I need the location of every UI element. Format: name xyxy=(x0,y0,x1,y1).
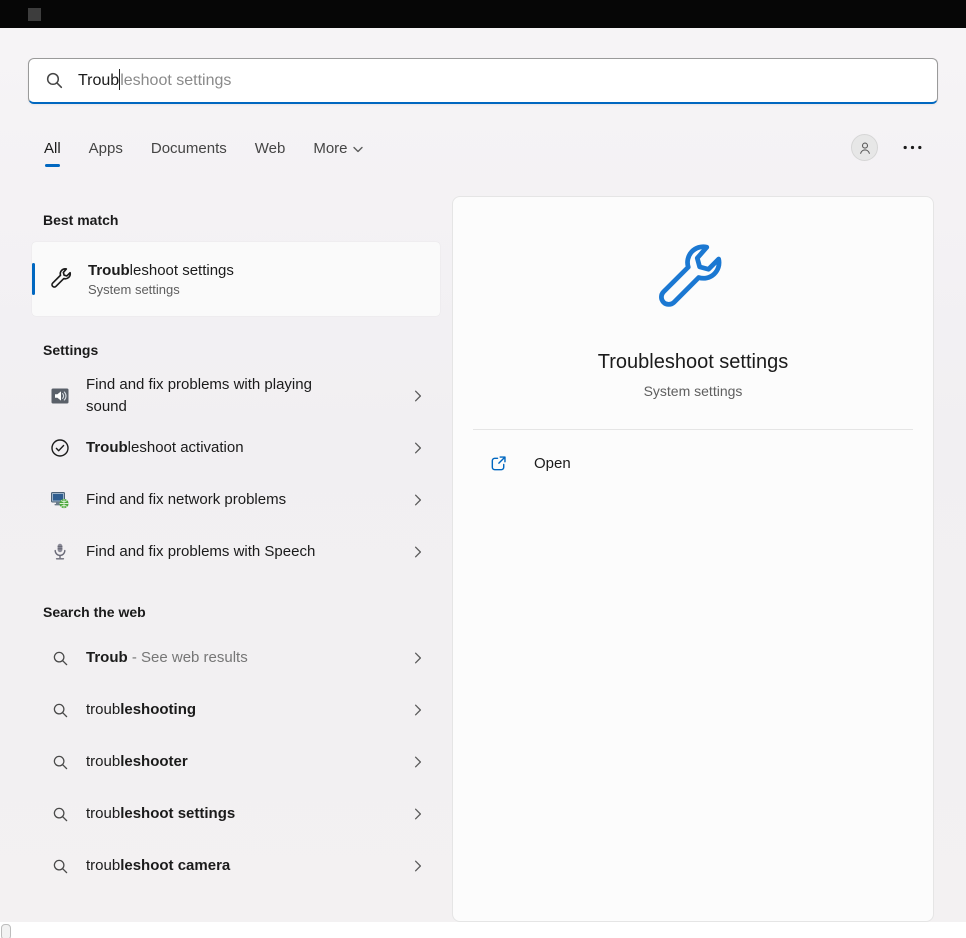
search-suggestion-text: leshoot settings xyxy=(120,72,231,90)
search-flyout-panel: Troubleshoot settings All Apps Documents… xyxy=(0,28,966,922)
chevron-right-icon xyxy=(414,493,422,507)
desktop-edge xyxy=(0,922,966,938)
best-match-result[interactable]: Troubleshoot settings System settings xyxy=(32,242,440,316)
web-suggestion[interactable]: troubleshoot settings xyxy=(32,788,440,840)
preview-subtitle: System settings xyxy=(644,383,743,399)
tab-apps[interactable]: Apps xyxy=(89,140,123,167)
preview-title: Troubleshoot settings xyxy=(598,351,788,374)
tab-documents[interactable]: Documents xyxy=(151,140,227,167)
more-options-button[interactable] xyxy=(903,145,922,150)
results-column: Best match Troubleshoot settings System … xyxy=(28,206,440,892)
ellipsis-icon xyxy=(903,145,922,150)
window-corner-fragment xyxy=(1,924,11,938)
best-match-heading: Best match xyxy=(43,212,440,228)
web-suggestion[interactable]: Troub - See web results xyxy=(32,632,440,684)
list-item-label: Find and fix network problems xyxy=(86,489,286,511)
chevron-right-icon xyxy=(414,545,422,559)
best-match-subtitle: System settings xyxy=(88,282,234,297)
user-avatar-icon xyxy=(857,140,873,156)
best-match-title: Troubleshoot settings xyxy=(88,262,234,279)
list-item-troubleshoot-activation[interactable]: Troubleshoot activation xyxy=(32,422,440,474)
web-suggestion-label: troubleshooting xyxy=(86,699,196,721)
search-tabs: All Apps Documents Web More xyxy=(44,140,363,167)
user-avatar[interactable] xyxy=(851,134,878,161)
chevron-right-icon xyxy=(414,651,422,665)
chevron-right-icon xyxy=(414,859,422,873)
speech-icon xyxy=(50,542,70,562)
list-item-sound-troubleshooter[interactable]: Find and fix problems with playing sound xyxy=(32,370,440,422)
wrench-icon xyxy=(655,241,731,317)
list-item-speech-troubleshooter[interactable]: Find and fix problems with Speech xyxy=(32,526,440,578)
wrench-icon xyxy=(50,267,74,291)
open-button-label: Open xyxy=(534,455,571,472)
search-icon xyxy=(50,806,70,823)
web-suggestion[interactable]: troubleshooting xyxy=(32,684,440,736)
search-icon xyxy=(50,858,70,875)
search-typed-text: Troub xyxy=(78,72,119,90)
chevron-right-icon xyxy=(414,703,422,717)
web-suggestion[interactable]: troubleshoot camera xyxy=(32,840,440,892)
screen: Troubleshoot settings All Apps Documents… xyxy=(0,0,966,938)
web-suggestion-label: troubleshoot camera xyxy=(86,855,230,877)
web-suggestion[interactable]: troubleshooter xyxy=(32,736,440,788)
list-item-label: Find and fix problems with Speech xyxy=(86,541,315,563)
divider xyxy=(473,429,913,430)
web-suggestion-label: troubleshooter xyxy=(86,751,188,773)
chevron-right-icon xyxy=(414,389,422,403)
web-suggestion-label: Troub - See web results xyxy=(86,647,248,669)
activation-icon xyxy=(50,438,70,458)
settings-heading: Settings xyxy=(43,342,440,358)
sound-icon xyxy=(50,386,70,406)
chevron-right-icon xyxy=(414,441,422,455)
preview-pane: Troubleshoot settings System settings Op… xyxy=(452,196,934,922)
tab-all[interactable]: All xyxy=(44,140,61,167)
chevron-right-icon xyxy=(414,755,422,769)
chevron-right-icon xyxy=(414,807,422,821)
search-icon xyxy=(50,702,70,719)
search-icon xyxy=(50,754,70,771)
search-icon xyxy=(45,71,64,90)
network-icon xyxy=(50,490,70,510)
open-button[interactable]: Open xyxy=(461,440,925,486)
web-suggestion-label: troubleshoot settings xyxy=(86,803,235,825)
titlebar-app-icon xyxy=(28,8,41,21)
tab-web[interactable]: Web xyxy=(255,140,286,167)
chevron-down-icon xyxy=(353,140,363,157)
search-icon xyxy=(50,650,70,667)
open-external-icon xyxy=(489,454,508,473)
search-input[interactable]: Troubleshoot settings xyxy=(28,58,938,104)
tab-more[interactable]: More xyxy=(313,140,362,167)
list-item-label: Troubleshoot activation xyxy=(86,437,244,459)
list-item-network-troubleshooter[interactable]: Find and fix network problems xyxy=(32,474,440,526)
window-titlebar xyxy=(0,0,966,28)
list-item-label: Find and fix problems with playing sound xyxy=(86,374,356,418)
search-the-web-heading: Search the web xyxy=(43,604,440,620)
